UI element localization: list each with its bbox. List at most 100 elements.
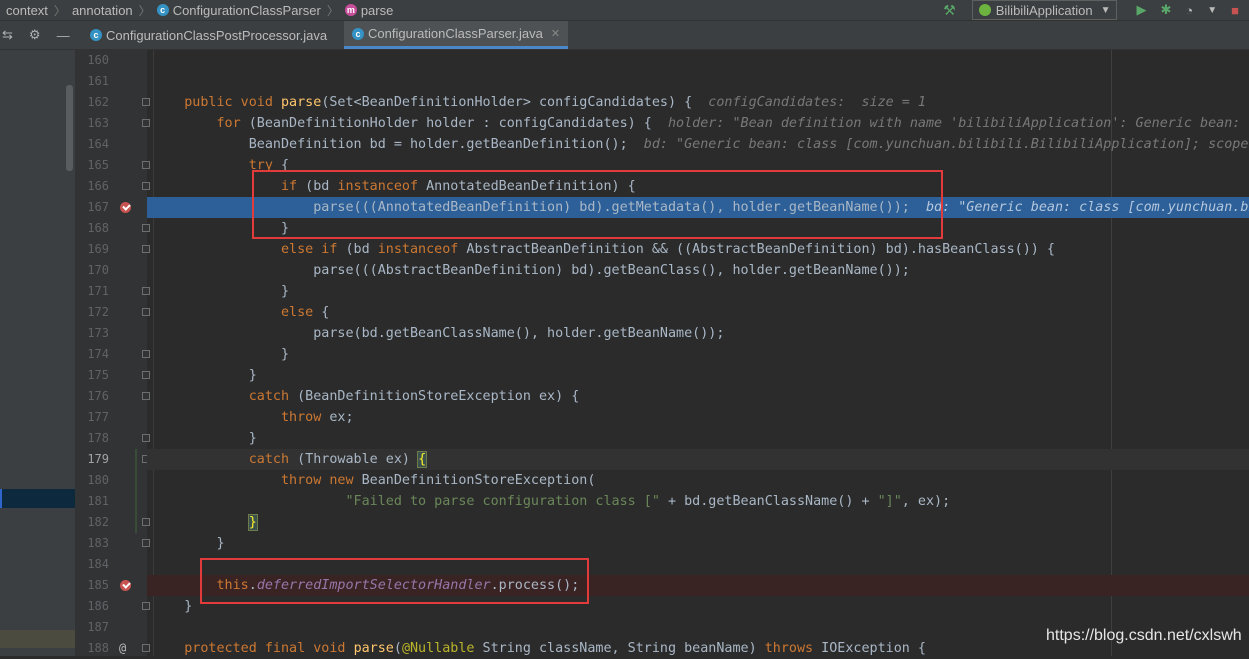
chevron-right-icon: 〉 [138,3,151,18]
panel-scrollbar[interactable] [66,85,73,171]
code-line-162[interactable]: public void parse(Set<BeanDefinitionHold… [147,92,1249,113]
run-icon[interactable]: ▶ [1136,2,1146,18]
more-chevron-icon[interactable]: ▼ [1207,5,1217,16]
panel-selected-row[interactable] [0,489,75,508]
code-token: } [248,431,257,446]
breadcrumb-label: parse [360,2,394,18]
code-line-180[interactable]: throw new BeanDefinitionStoreException( [147,470,1249,491]
code-token: parse [281,95,322,110]
method-icon: m [344,4,357,16]
run-configuration-select[interactable]: BilibiliApplication ▼ [971,0,1118,20]
line-number: 161 [87,74,109,88]
vcs-change-marker[interactable] [135,449,137,533]
line-number: 176 [87,389,109,403]
code-token: catch [248,452,290,467]
code-token: throw [281,410,322,425]
line-number: 169 [87,242,109,256]
breadcrumb-label: ConfigurationClassParser [172,2,321,18]
matched-brace: } [247,514,258,531]
code-token: (BeanDefinitionHolder holder : configCan… [240,116,668,131]
code-line-171[interactable]: } [147,281,1249,302]
debug-bug-icon[interactable]: ✱ [1160,2,1171,18]
highlight-box-process-call [200,558,589,604]
code-token: AbstractBeanDefinition && ((AbstractBean… [458,242,1055,257]
collapse-icon[interactable]: ⇆ [2,27,13,43]
code-line-163[interactable]: for (BeanDefinitionHolder holder : confi… [147,113,1249,134]
code-line-173[interactable]: parse(bd.getBeanClassName(), holder.getB… [147,323,1249,344]
line-number: 163 [87,116,109,130]
breadcrumb-label: annotation [71,2,133,18]
line-number: 183 [87,536,109,550]
breakpoint-icon[interactable] [120,202,131,213]
debug-value-hint: bd: "Generic bean: class [com.yunchuan.b… [925,200,1249,215]
code-token: protected final void [184,641,354,656]
code-token: instanceof [377,242,459,257]
code-line-164[interactable]: BeanDefinition bd = holder.getBeanDefini… [147,134,1249,155]
code-line-178[interactable]: } [147,428,1249,449]
tab-configuration-class-post-processor[interactable]: c ConfigurationClassPostProcessor.java [82,21,335,49]
code-line-169[interactable]: else if (bd instanceof AbstractBeanDefin… [147,239,1249,260]
line-number: 173 [87,326,109,340]
gear-icon[interactable]: ⚙ [29,27,41,43]
override-marker-icon[interactable]: @ [119,641,126,655]
coverage-icon[interactable]: ◔ [1185,3,1193,18]
code-token: for [216,116,241,131]
code-line-160[interactable] [147,50,1249,71]
code-token: parse(((AbstractBeanDefinition) bd).getB… [313,263,910,278]
code-line-175[interactable]: } [147,365,1249,386]
code-token: throw [281,473,322,488]
code-line-177[interactable]: throw ex; [147,407,1249,428]
code-line-170[interactable]: parse(((AbstractBeanDefinition) bd).getB… [147,260,1249,281]
minimize-icon[interactable]: — [57,28,70,43]
tab-configuration-class-parser[interactable]: c ConfigurationClassParser.java ✕ [344,21,569,49]
code-line-183[interactable]: } [147,533,1249,554]
line-number: 167 [87,200,109,214]
code-token: IOException { [813,641,926,656]
line-number: 165 [87,158,109,172]
line-number: 185 [87,578,109,592]
code-token: else if [281,242,338,257]
code-token: ex; [321,410,354,425]
debug-value-hint: configCandidates: size = 1 [708,95,926,110]
line-number: 172 [87,305,109,319]
code-token: , ex); [901,494,951,509]
line-number: 174 [87,347,109,361]
class-icon: c [156,4,169,16]
code-line-161[interactable] [147,71,1249,92]
breadcrumb-method[interactable]: m parse [344,2,394,18]
code-token: else [281,305,314,320]
line-number: 187 [87,620,109,634]
line-number: 181 [87,494,109,508]
stop-icon[interactable]: ■ [1231,3,1239,18]
code-token: (bd [337,242,378,257]
panel-row-highlight [0,630,75,648]
code-token: parse(bd.getBeanClassName(), holder.getB… [313,326,725,341]
code-line-181[interactable]: "Failed to parse configuration class [" … [147,491,1249,512]
code-line-176[interactable]: catch (BeanDefinitionStoreException ex) … [147,386,1249,407]
code-token: BeanDefinition bd = holder.getBeanDefini… [248,137,644,152]
code-line-179[interactable]: catch (Throwable ex) { [147,449,1249,470]
code-token: public void [184,95,281,110]
code-token: String className, String beanName) [474,641,765,656]
close-icon[interactable]: ✕ [551,27,560,40]
code-line-174[interactable]: } [147,344,1249,365]
chevron-down-icon: ▼ [1100,4,1111,16]
code-line-172[interactable]: else { [147,302,1249,323]
code-line-182[interactable]: } [147,512,1249,533]
breadcrumb-annotation[interactable]: annotation [72,3,133,18]
editor-gutter: 160 161 162 163 164 165 166 167 168 169 … [75,50,150,656]
navigation-bar: context 〉 annotation 〉 c ConfigurationCla… [0,0,1249,21]
line-number: 168 [87,221,109,235]
code-token: throws [764,641,814,656]
line-number: 171 [87,284,109,298]
code-token: } [281,347,290,362]
watermark-text: https://blog.csdn.net/cxlswh [1046,627,1242,644]
build-hammer-icon[interactable]: ⚒ [943,2,956,19]
line-number: 180 [87,473,109,487]
breadcrumb-class[interactable]: c ConfigurationClassParser [156,2,321,18]
breakpoint-icon[interactable] [120,580,131,591]
line-number: 177 [87,410,109,424]
breadcrumb-context[interactable]: context [6,3,48,18]
tab-label: ConfigurationClassParser.java [368,26,543,41]
code-token: + bd.getBeanClassName() + [659,494,878,509]
